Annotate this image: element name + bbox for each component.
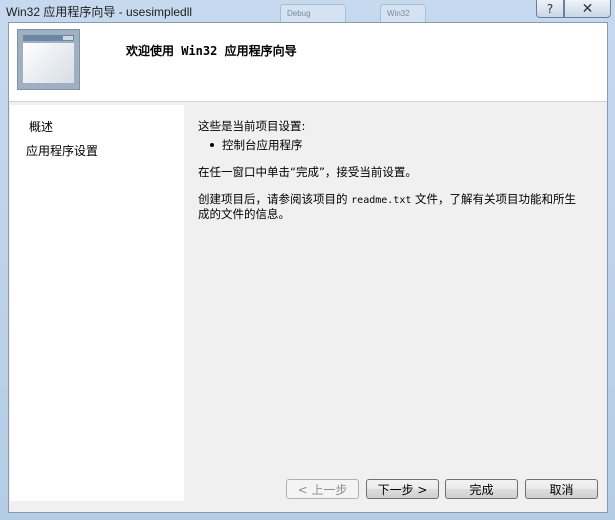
readme-filename: readme.txt [351, 195, 412, 206]
wizard-header: 欢迎使用 Win32 应用程序向导 [9, 23, 607, 102]
help-icon: ? [546, 1, 554, 16]
settings-intro: 这些是当前项目设置: [198, 119, 306, 133]
close-icon: ✕ [581, 0, 594, 17]
page-title: 欢迎使用 Win32 应用程序向导 [126, 44, 297, 58]
cancel-button[interactable]: 取消 [525, 479, 598, 499]
readme-note-cont: 成的文件的信息。 [198, 207, 290, 221]
wizard-window: Win32 应用程序向导 - usesimpledll Debug Win32 … [0, 0, 615, 520]
sidebar-item-overview[interactable]: 概述 [29, 118, 53, 135]
title-bar[interactable]: Win32 应用程序向导 - usesimpledll Debug Win32 … [0, 0, 615, 23]
next-button[interactable]: 下一步 > [366, 479, 439, 499]
finish-hint: 在任一窗口中单击“完成”，接受当前设置。 [198, 165, 417, 179]
background-tab: Debug [280, 4, 346, 23]
bullet-icon [210, 143, 214, 147]
wizard-main-panel: 这些是当前项目设置: 控制台应用程序 在任一窗口中单击“完成”，接受当前设置。 … [187, 105, 607, 461]
background-tab: Win32 [380, 4, 426, 23]
window-title: Win32 应用程序向导 - usesimpledll [6, 5, 193, 19]
setting-app-type: 控制台应用程序 [222, 138, 303, 152]
readme-note: 创建项目后，请参阅该项目的 readme.txt 文件，了解有关项目功能和所生 [198, 192, 577, 206]
close-button[interactable]: ✕ [564, 0, 611, 18]
wizard-sidebar: 概述 应用程序设置 [10, 105, 184, 501]
wizard-window-icon [17, 29, 80, 90]
wizard-client-area: 欢迎使用 Win32 应用程序向导 概述 应用程序设置 这些是当前项目设置: 控… [8, 22, 608, 513]
back-button[interactable]: < 上一步 [286, 479, 359, 499]
sidebar-item-app-settings[interactable]: 应用程序设置 [26, 142, 98, 159]
finish-button[interactable]: 完成 [445, 479, 518, 499]
help-button[interactable]: ? [536, 0, 564, 18]
